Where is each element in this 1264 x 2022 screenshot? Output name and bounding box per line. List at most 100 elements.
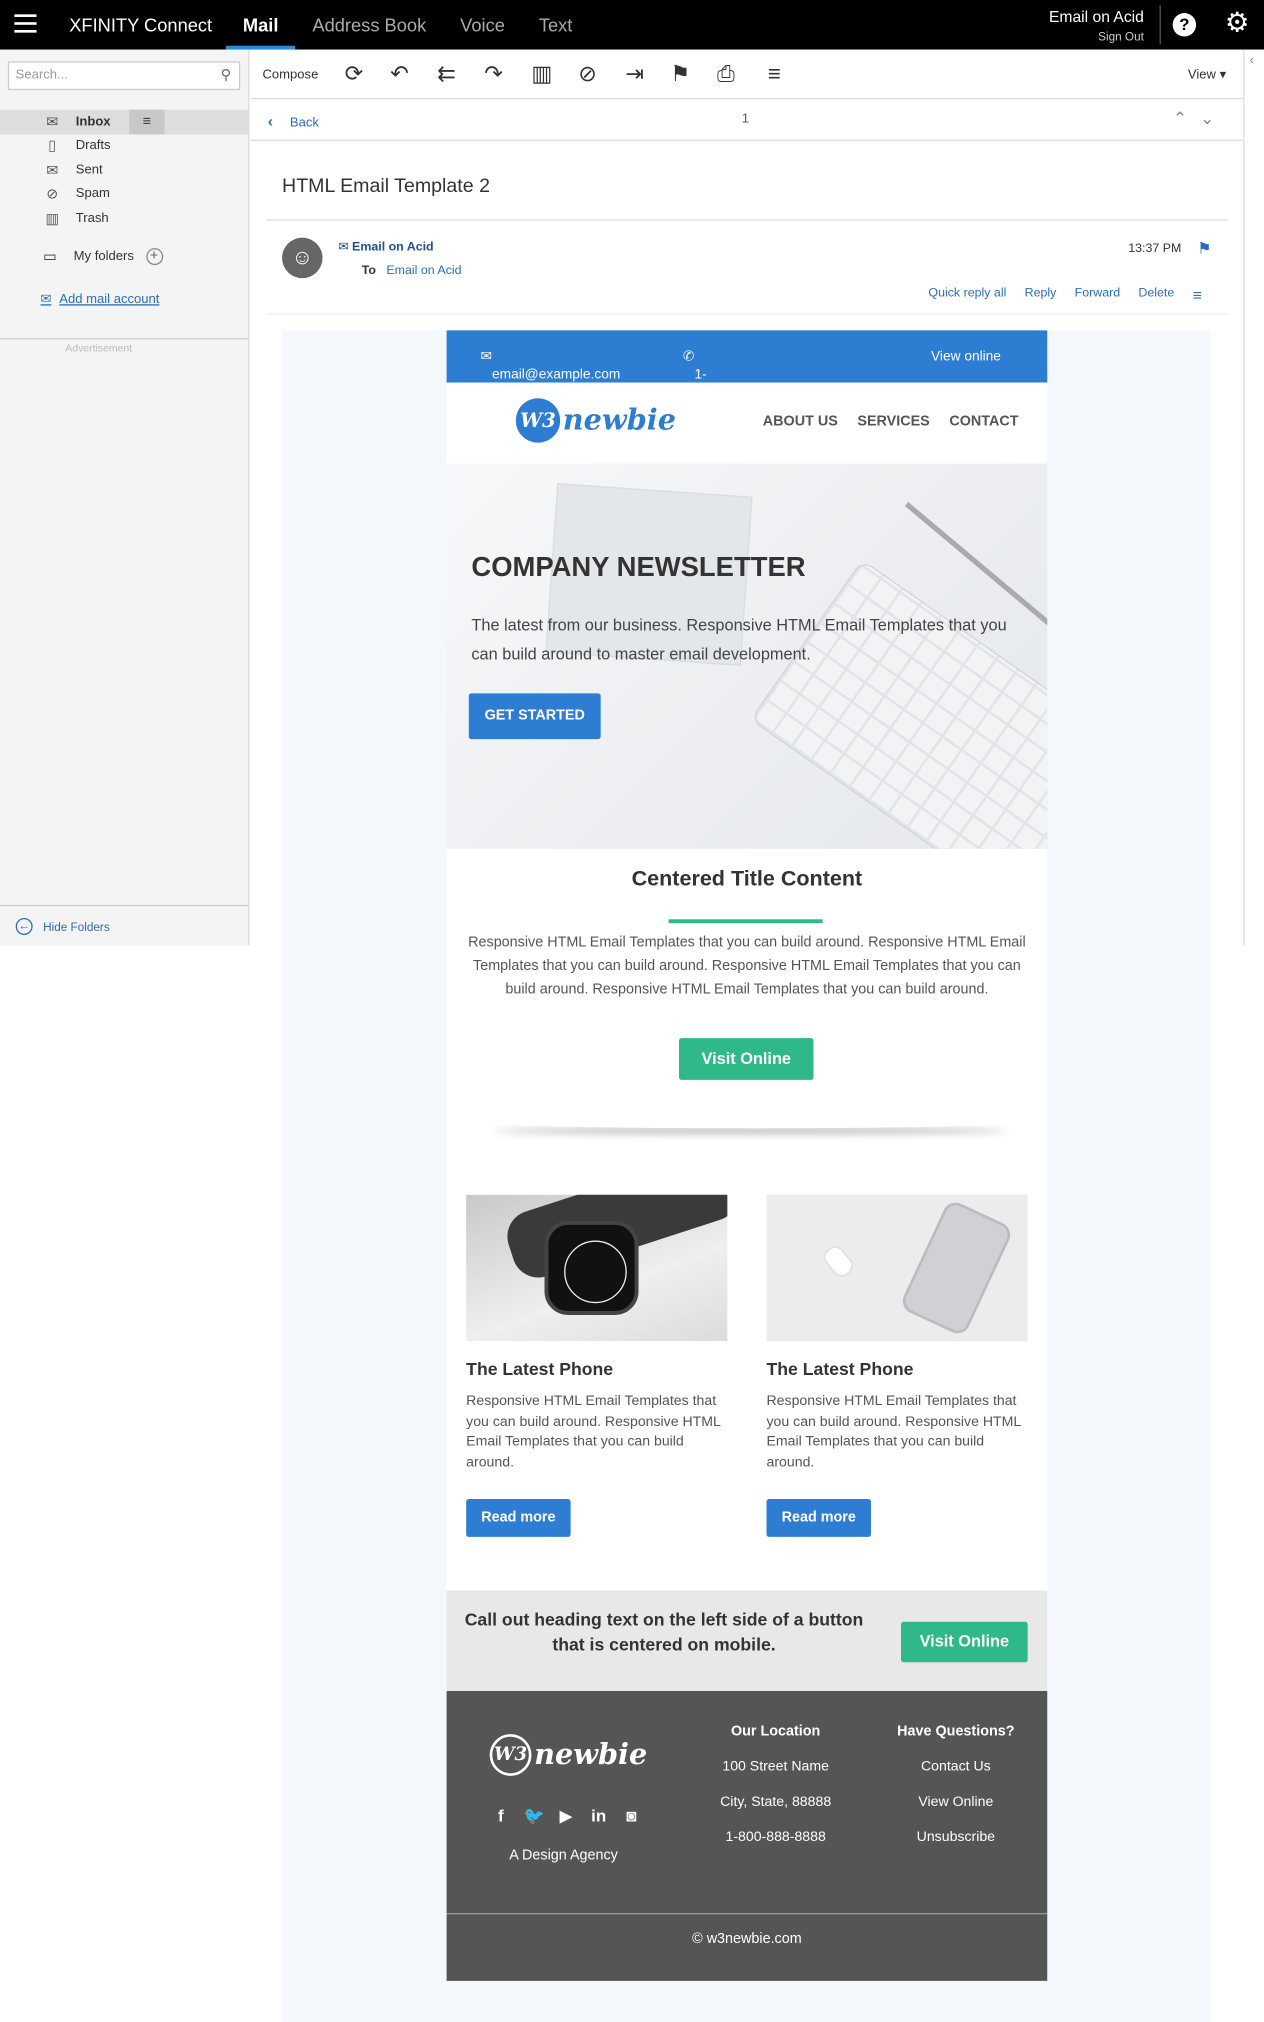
message-time: 13:37 PM (1128, 241, 1182, 256)
top-bar: XFINITY Connect Mail Address Book Voice … (0, 0, 1264, 50)
section-shadow-divider (492, 1118, 1009, 1128)
menu-contact[interactable]: CONTACT (949, 414, 1018, 430)
advertisement-label: Advertisement (65, 342, 133, 354)
menu-services[interactable]: SERVICES (857, 414, 929, 430)
card-title: The Latest Phone (466, 1359, 614, 1379)
preheader-phone[interactable]: ✆ 1-800-888-8888 (683, 349, 725, 430)
add-mail-account-link[interactable]: ✉ Add mail account (40, 292, 159, 306)
read-more-button[interactable]: Read more (466, 1499, 571, 1537)
move-icon[interactable]: ⇥ (620, 60, 649, 89)
unsubscribe-link[interactable]: Unsubscribe (884, 1829, 1028, 1845)
compose-button[interactable]: Compose (262, 68, 318, 82)
sidebar-item-inbox[interactable]: ✉ Inbox ≡ (0, 109, 250, 134)
footer-logo[interactable]: W3 newbie (489, 1734, 647, 1776)
spam-icon: ⊘ (46, 187, 59, 203)
sidebar-item-spam[interactable]: ⊘ Spam (0, 182, 249, 206)
reply-icon[interactable]: ↶ (385, 60, 414, 89)
visit-online-button[interactable]: Visit Online (679, 1038, 814, 1080)
more-menu-icon[interactable]: ≡ (760, 60, 789, 89)
logo-word: newbie (562, 403, 676, 438)
divider (0, 338, 249, 340)
folder-label: Sent (75, 162, 103, 178)
search-icon[interactable]: ⚲ (221, 67, 232, 84)
spam-icon[interactable]: ⊘ (573, 60, 602, 89)
message-nav-bar: ‹ Back 1 ⌃⌄ (250, 101, 1244, 142)
chevron-down-icon: ▾ (1219, 67, 1227, 83)
forward-icon[interactable]: ↷ (479, 60, 508, 89)
sidebar-item-sent[interactable]: ✉ Sent (0, 158, 249, 182)
tab-voice[interactable]: Voice (443, 0, 522, 50)
contact-us-link[interactable]: Contact Us (884, 1759, 1028, 1775)
hero-title: COMPANY NEWSLETTER (471, 552, 806, 583)
bookmark-icon[interactable]: ⚑ (1197, 239, 1211, 257)
tab-mail[interactable]: Mail (225, 0, 296, 50)
keyboard-image (749, 559, 1048, 849)
add-account-label: Add mail account (59, 292, 160, 307)
callout-visit-online-button[interactable]: Visit Online (901, 1621, 1028, 1663)
product-card: The Latest Phone Responsive HTML Email T… (466, 1194, 728, 1537)
main-nav: Mail Address Book Voice Text (225, 0, 589, 50)
more-menu-icon[interactable]: ≡ (1193, 286, 1202, 304)
view-online-link[interactable]: View online (931, 349, 1001, 365)
recipient-name[interactable]: Email on Acid (386, 264, 461, 278)
youtube-icon[interactable]: ▶ (556, 1806, 576, 1827)
back-button[interactable]: ‹ Back (268, 112, 319, 130)
help-icon[interactable]: ? (1172, 13, 1197, 37)
my-folders[interactable]: ▭ My folders + (0, 248, 163, 266)
title-underline (668, 919, 823, 924)
sidebar-item-drafts[interactable]: ▯ Drafts (0, 134, 249, 158)
folder-menu-icon[interactable]: ≡ (129, 109, 165, 134)
chevron-left-icon[interactable]: ‹ (1250, 54, 1254, 68)
preheader: ✉ email@example.com ✆ 1-800-888-8888 Vie… (446, 330, 1048, 430)
hero-text: The latest from our business. Responsive… (471, 616, 1007, 664)
search-input[interactable]: Search... ⚲ (7, 61, 241, 91)
view-dropdown[interactable]: View ▾ (1188, 68, 1226, 82)
product-card: The Latest Phone Responsive HTML Email T… (766, 1194, 1028, 1537)
preheader-email-text: email@example.com (492, 366, 621, 383)
user-name[interactable]: Email on Acid (1049, 8, 1144, 26)
callout-text: Call out heading text on the left side o… (464, 1610, 864, 1655)
footer-tagline: A Design Agency (509, 1847, 618, 1864)
folder-label: Trash (75, 211, 109, 226)
email-menu: ABOUT US SERVICES CONTACT (743, 414, 1019, 430)
logo-mark: W3 (489, 1734, 532, 1776)
twitter-icon[interactable]: 🐦 (524, 1806, 545, 1827)
delete-link[interactable]: Delete (1138, 286, 1174, 304)
delete-icon[interactable]: ▥ (528, 60, 557, 89)
print-icon[interactable]: ⎙ (712, 60, 741, 89)
reply-link[interactable]: Reply (1025, 286, 1057, 304)
menu-about-us[interactable]: ABOUT US (763, 414, 838, 430)
instagram-icon[interactable]: ◙ (622, 1806, 642, 1827)
facebook-icon[interactable]: f (491, 1806, 511, 1827)
linkedin-icon[interactable]: in (589, 1806, 609, 1827)
view-online-link[interactable]: View Online (884, 1794, 1028, 1810)
forward-link[interactable]: Forward (1075, 286, 1120, 304)
reply-all-icon[interactable]: ⇇ (432, 60, 461, 89)
brand-title: XFINITY Connect (69, 14, 213, 36)
quick-reply-all-link[interactable]: Quick reply all (928, 286, 1006, 304)
message-index: 1 (741, 112, 749, 127)
tab-address-book[interactable]: Address Book (295, 0, 443, 50)
refresh-icon[interactable]: ⟳ (340, 60, 369, 89)
footer-location-title: Our Location (730, 1723, 821, 1740)
sidebar-item-trash[interactable]: ▥ Trash (0, 206, 249, 230)
hide-folders-button[interactable]: ← Hide Folders (0, 904, 249, 935)
sender[interactable]: ✉ Email on Acid (338, 240, 433, 254)
collapsed-right-panel[interactable]: ‹ (1243, 49, 1264, 946)
w3newbie-logo[interactable]: W3 newbie (515, 398, 676, 443)
prev-next-icons[interactable]: ⌃⌄ (1173, 108, 1228, 129)
bookmark-icon[interactable]: ⚑ (666, 60, 695, 89)
tab-text[interactable]: Text (522, 0, 589, 50)
gear-icon[interactable]: ⚙ (1225, 8, 1250, 38)
phone-line: 1-800-888-8888 (725, 1829, 826, 1846)
read-more-button[interactable]: Read more (766, 1499, 871, 1537)
folder-label: Spam (75, 187, 110, 202)
sign-out-link[interactable]: Sign Out (1049, 30, 1144, 43)
card-title: The Latest Phone (766, 1359, 914, 1379)
footer-questions-title: Have Questions? (897, 1723, 1015, 1740)
add-folder-icon[interactable]: + (145, 248, 163, 266)
preheader-email[interactable]: ✉ email@example.com (481, 349, 621, 383)
get-started-button[interactable]: GET STARTED (468, 693, 601, 740)
folder-label: Drafts (75, 138, 111, 154)
hamburger-menu-icon[interactable] (14, 14, 37, 33)
